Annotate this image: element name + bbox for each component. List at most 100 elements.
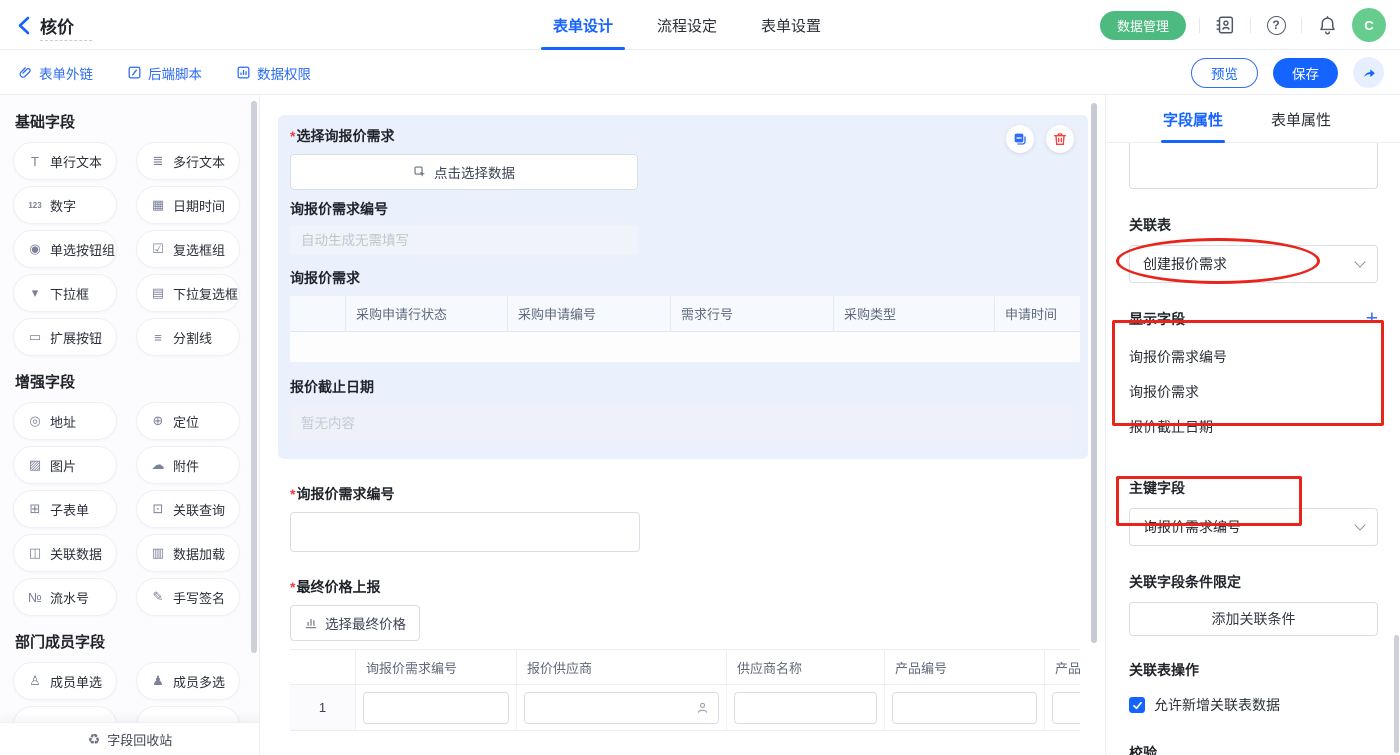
sidebar-item-member-multi[interactable]: ♟成员多选 (136, 662, 240, 700)
add-condition-button[interactable]: 添加关联条件 (1129, 602, 1378, 636)
allow-add-related-data-checkbox[interactable]: 允许新增关联表数据 (1129, 695, 1378, 715)
section-title-member-fields: 部门成员字段 (15, 631, 259, 652)
location-icon: ⊕ (150, 413, 166, 429)
form-external-link[interactable]: 表单外链 (18, 63, 93, 83)
final-price-header: 询报价需求编号 (356, 649, 517, 685)
avatar[interactable]: C (1352, 8, 1386, 42)
sidebar-item-multi-dropdown[interactable]: ▤下拉复选框 (136, 274, 240, 312)
divider-line-icon: ≡ (150, 330, 166, 345)
sidebar-item-datetime[interactable]: ▦日期时间 (136, 186, 240, 224)
data-manage-button[interactable]: 数据管理 (1100, 11, 1186, 40)
display-field-item[interactable]: 询报价需求编号 (1129, 339, 1378, 374)
rfq-table-header: 申请时间 (995, 296, 1080, 332)
field-title-textarea-partial[interactable] (1129, 143, 1378, 189)
primary-key-label: 主键字段 (1129, 478, 1378, 498)
bell-icon[interactable] (1315, 13, 1339, 37)
quote-deadline-disabled-input[interactable] (290, 405, 1072, 441)
cell-product-partial (1045, 685, 1080, 731)
tab-flow-setting[interactable]: 流程设定 (657, 0, 717, 50)
display-field-item[interactable]: 报价截止日期 (1129, 409, 1378, 444)
cell-supplier-name-input[interactable] (734, 692, 877, 724)
share-arrow-icon (1361, 65, 1377, 81)
delete-field-button[interactable] (1046, 125, 1074, 153)
final-price-header: 产品编号 (885, 649, 1045, 685)
tab-form-setting[interactable]: 表单设置 (761, 0, 821, 50)
data-permission-link[interactable]: 数据权限 (236, 63, 311, 83)
cell-quote-supplier-input[interactable] (524, 692, 719, 724)
field-label-final-price: *最终价格上报 (290, 578, 1105, 597)
canvas-scrollbar[interactable] (1091, 103, 1097, 643)
rfq-serial-input[interactable] (290, 512, 640, 552)
cell-product-code (885, 685, 1045, 731)
contacts-icon[interactable] (1213, 13, 1237, 37)
final-price-header-blank (290, 649, 356, 685)
subform-icon: ⊞ (27, 501, 43, 517)
sidebar-item-location[interactable]: ⊕定位 (136, 402, 240, 440)
tab-form-properties[interactable]: 表单属性 (1271, 95, 1331, 143)
backend-script-link[interactable]: 后端脚本 (127, 63, 202, 83)
sidebar-item-attachment[interactable]: ☁附件 (136, 446, 240, 484)
save-button[interactable]: 保存 (1273, 58, 1338, 88)
click-select-data-button[interactable]: 点击选择数据 (290, 154, 638, 190)
related-table-select[interactable]: 创建报价需求 (1129, 245, 1378, 283)
checked-checkbox-icon (1129, 697, 1145, 713)
final-price-header-row: 询报价需求编号 报价供应商 供应商名称 产品编号 产品 (290, 649, 1080, 685)
sidebar-item-related-data[interactable]: ◫关联数据 (13, 534, 117, 572)
sidebar-item-checkbox-group[interactable]: ☑复选框组 (136, 230, 240, 268)
sidebar-item-radio-group[interactable]: ◉单选按钮组 (13, 230, 117, 268)
final-price-field[interactable]: *最终价格上报 选择最终价格 询报价需求编号 报价供应商 供应商名称 产品编号 … (290, 578, 1105, 731)
sidebar-item-dropdown[interactable]: ▾下拉框 (13, 274, 117, 312)
rfq-serial-disabled-input[interactable] (290, 225, 638, 255)
rfq-serial-field[interactable]: *询报价需求编号 (290, 485, 1105, 552)
validation-label: 校验 (1129, 743, 1378, 755)
rfq-demand-table: 采购申请行状态 采购申请编号 需求行号 采购类型 申请时间 (290, 296, 1080, 362)
primary-key-select[interactable]: 询报价需求编号 (1129, 508, 1378, 546)
address-pin-icon: ◎ (27, 413, 43, 429)
rfq-table-header: 采购类型 (834, 296, 995, 332)
permission-chart-icon (236, 65, 251, 80)
sidebar-item-divider-line[interactable]: ≡分割线 (136, 318, 240, 356)
preview-button[interactable]: 预览 (1191, 58, 1258, 88)
chevron-down-icon (1354, 256, 1365, 267)
select-final-price-button[interactable]: 选择最终价格 (290, 605, 420, 641)
sidebar-item-subform[interactable]: ⊞子表单 (13, 490, 117, 528)
properties-panel: 字段属性 表单属性 关联表 创建报价需求 显示字段 + 询报价需求编号 询报价需… (1105, 95, 1400, 755)
copy-field-button[interactable] (1006, 125, 1034, 153)
sidebar-item-image[interactable]: ▨图片 (13, 446, 117, 484)
share-button[interactable] (1353, 57, 1384, 88)
add-display-field-icon[interactable]: + (1366, 310, 1378, 328)
sidebar-item-data-load[interactable]: ▥数据加载 (136, 534, 240, 572)
app-header: 核价 表单设计 流程设定 表单设置 数据管理 ? (0, 0, 1400, 50)
sidebar-item-address[interactable]: ◎地址 (13, 402, 117, 440)
sidebar-item-signature[interactable]: ✎手写签名 (136, 578, 240, 616)
cell-rfq-serial-input[interactable] (363, 692, 509, 724)
sidebar-item-related-query[interactable]: ⊡关联查询 (136, 490, 240, 528)
rfq-table-header: 采购申请编号 (508, 296, 671, 332)
panel-scrollbar[interactable] (1394, 635, 1399, 753)
multi-line-text-icon: ≣ (150, 153, 166, 169)
condition-limit-label: 关联字段条件限定 (1129, 572, 1378, 592)
sidebar-item-serial-number[interactable]: №流水号 (13, 578, 117, 616)
sidebar-item-multi-line-text[interactable]: ≣多行文本 (136, 142, 240, 180)
field-recycle-bin[interactable]: ♻ 字段回收站 (0, 722, 260, 755)
cell-product-partial-input[interactable] (1052, 692, 1080, 724)
help-icon[interactable]: ? (1264, 13, 1288, 37)
page-title[interactable]: 核价 (40, 13, 74, 38)
sidebar-item-single-line-text[interactable]: T单行文本 (13, 142, 117, 180)
display-field-item[interactable]: 询报价需求 (1129, 374, 1378, 409)
tab-form-design[interactable]: 表单设计 (553, 0, 613, 50)
related-data-icon: ◫ (27, 545, 43, 561)
tab-field-properties[interactable]: 字段属性 (1163, 95, 1223, 143)
field-action-buttons (1006, 125, 1074, 153)
sidebar-item-member-single[interactable]: ♙成员单选 (13, 662, 117, 700)
cell-rfq-serial (356, 685, 517, 731)
selected-field-block[interactable]: *选择询报价需求 点击选择数据 询报价需求编号 询报价需求 采购申请行状态 采购… (278, 115, 1088, 459)
sidebar-item-extend-button[interactable]: ▭扩展按钮 (13, 318, 117, 356)
cell-product-code-input[interactable] (892, 692, 1037, 724)
display-fields-label: 显示字段 (1129, 309, 1185, 329)
sidebar-item-number[interactable]: 123数字 (13, 186, 117, 224)
rfq-table-header: 需求行号 (671, 296, 834, 332)
back-button[interactable] (14, 13, 38, 37)
sidebar-scrollbar[interactable] (251, 101, 257, 653)
final-price-header: 报价供应商 (517, 649, 727, 685)
